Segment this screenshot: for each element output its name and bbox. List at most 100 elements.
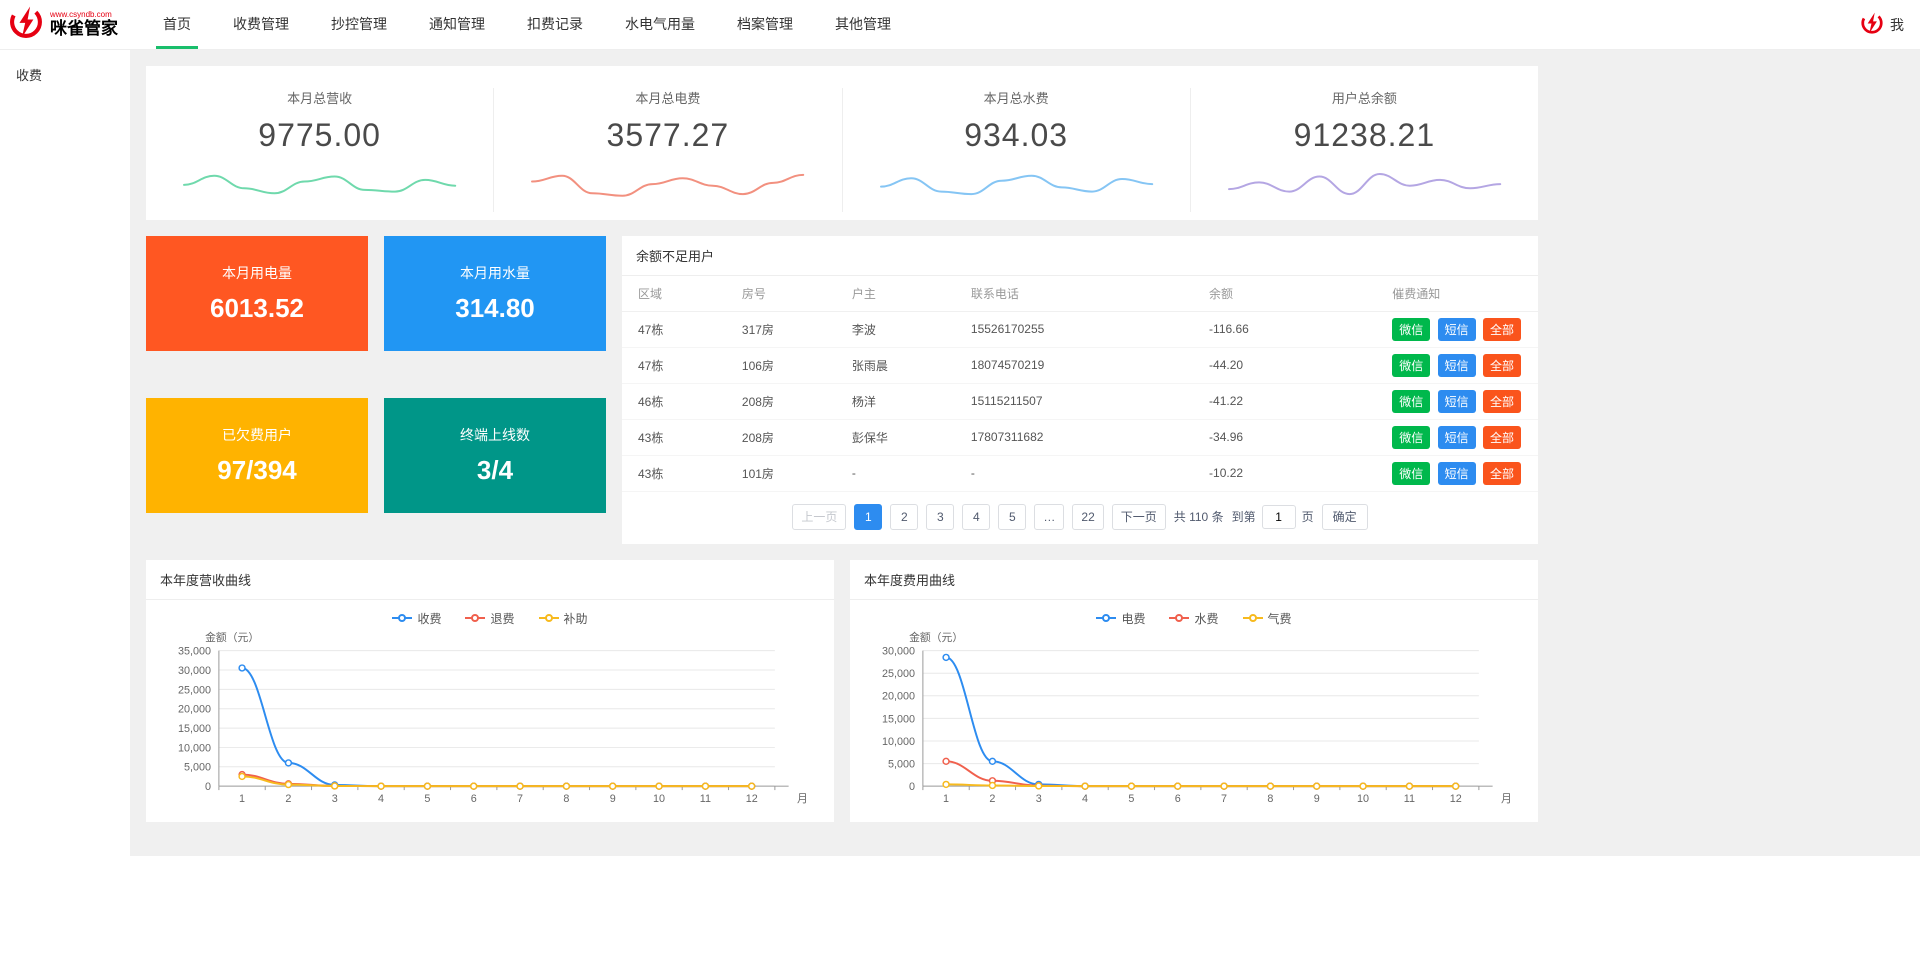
tile-monthly-water-usage: 本月用水量 314.80 bbox=[384, 236, 606, 351]
expense-chart-title: 本年度费用曲线 bbox=[850, 560, 1538, 600]
all-notify-button[interactable]: 全部 bbox=[1483, 354, 1521, 377]
page-button-5[interactable]: 5 bbox=[998, 504, 1026, 530]
wechat-notify-button[interactable]: 微信 bbox=[1392, 462, 1430, 485]
tile-overdue-users: 已欠费用户 97/394 bbox=[146, 398, 368, 513]
goto-page-input[interactable] bbox=[1262, 505, 1296, 529]
all-notify-button[interactable]: 全部 bbox=[1483, 426, 1521, 449]
nav-item-utility-usage[interactable]: 水电气用量 bbox=[604, 0, 716, 49]
page-button-1[interactable]: 1 bbox=[854, 504, 882, 530]
stat-sparkline bbox=[1191, 156, 1538, 212]
legend-item[interactable]: 退费 bbox=[465, 610, 514, 627]
table-row: 43栋 208房 彭保华 17807311682 -34.96 微信 短信 全部 bbox=[622, 419, 1538, 455]
svg-text:11: 11 bbox=[1404, 793, 1415, 805]
nav-item-home[interactable]: 首页 bbox=[142, 0, 212, 49]
user-logo-icon bbox=[1860, 11, 1884, 38]
svg-text:25,000: 25,000 bbox=[882, 668, 915, 680]
all-notify-button[interactable]: 全部 bbox=[1483, 462, 1521, 485]
svg-text:10: 10 bbox=[653, 793, 665, 805]
column-header-room: 房号 bbox=[732, 276, 842, 312]
wechat-notify-button[interactable]: 微信 bbox=[1392, 318, 1430, 341]
legend-item[interactable]: 气费 bbox=[1243, 610, 1292, 627]
cell-area: 43栋 bbox=[622, 419, 732, 455]
revenue-chart-card: 本年度营收曲线 收费退费补助 05,00010,00015,00020,0002… bbox=[146, 560, 834, 822]
svg-text:2: 2 bbox=[989, 793, 995, 805]
page-button-3[interactable]: 3 bbox=[926, 504, 954, 530]
table-row: 47栋 106房 张雨晨 18074570219 -44.20 微信 短信 全部 bbox=[622, 347, 1538, 383]
brand-logo[interactable]: www.csyndb.com 咪雀管家 bbox=[8, 0, 132, 49]
nav-item-notice-management[interactable]: 通知管理 bbox=[408, 0, 506, 49]
all-notify-button[interactable]: 全部 bbox=[1483, 318, 1521, 341]
nav-item-archive-management[interactable]: 档案管理 bbox=[716, 0, 814, 49]
top-header: www.csyndb.com 咪雀管家 首页 收费管理 抄控管理 通知管理 扣费… bbox=[0, 0, 1920, 50]
tile-label: 本月用水量 bbox=[460, 263, 530, 283]
cell-area: 46栋 bbox=[622, 383, 732, 419]
nav-item-deduction-records[interactable]: 扣费记录 bbox=[506, 0, 604, 49]
stat-value: 3577.27 bbox=[494, 117, 841, 154]
stat-value: 934.03 bbox=[843, 117, 1190, 154]
stat-value: 91238.21 bbox=[1191, 117, 1538, 154]
cell-balance: -34.96 bbox=[1199, 419, 1382, 455]
page-button-22[interactable]: 22 bbox=[1072, 504, 1103, 530]
tile-value: 6013.52 bbox=[210, 293, 304, 324]
wechat-notify-button[interactable]: 微信 bbox=[1392, 390, 1430, 413]
tile-monthly-electricity-usage: 本月用电量 6013.52 bbox=[146, 236, 368, 351]
legend-item[interactable]: 电费 bbox=[1096, 610, 1145, 627]
svg-text:3: 3 bbox=[332, 793, 338, 805]
svg-text:0: 0 bbox=[909, 781, 915, 793]
wechat-notify-button[interactable]: 微信 bbox=[1392, 426, 1430, 449]
stat-label: 本月总电费 bbox=[494, 88, 841, 107]
sms-notify-button[interactable]: 短信 bbox=[1438, 390, 1476, 413]
nav-item-other-management[interactable]: 其他管理 bbox=[814, 0, 912, 49]
brand-lightning-icon bbox=[8, 4, 44, 45]
column-header-owner: 户主 bbox=[842, 276, 961, 312]
confirm-button[interactable]: 确定 bbox=[1322, 504, 1368, 530]
table-row: 46栋 208房 杨洋 15115211507 -41.22 微信 短信 全部 bbox=[622, 383, 1538, 419]
svg-text:25,000: 25,000 bbox=[178, 684, 211, 696]
svg-text:4: 4 bbox=[378, 793, 384, 805]
cell-phone: 15115211507 bbox=[961, 383, 1199, 419]
user-menu[interactable]: 我 bbox=[1860, 0, 1904, 49]
stat-monthly-revenue: 本月总营收 9775.00 bbox=[146, 88, 493, 212]
legend-item[interactable]: 补助 bbox=[539, 610, 588, 627]
svg-text:0: 0 bbox=[205, 781, 211, 793]
wechat-notify-button[interactable]: 微信 bbox=[1392, 354, 1430, 377]
prev-page-button[interactable]: 上一页 bbox=[792, 504, 846, 530]
legend-item[interactable]: 水费 bbox=[1169, 610, 1218, 627]
stat-sparkline bbox=[146, 156, 493, 212]
total-count-label: 共 110 条 bbox=[1174, 508, 1224, 525]
user-menu-label: 我 bbox=[1890, 15, 1904, 35]
sms-notify-button[interactable]: 短信 bbox=[1438, 426, 1476, 449]
sms-notify-button[interactable]: 短信 bbox=[1438, 462, 1476, 485]
cell-room: 317房 bbox=[732, 311, 842, 347]
page-button-2[interactable]: 2 bbox=[890, 504, 918, 530]
cell-balance: -116.66 bbox=[1199, 311, 1382, 347]
svg-text:7: 7 bbox=[517, 793, 523, 805]
stat-label: 本月总营收 bbox=[146, 88, 493, 107]
cell-owner: 张雨晨 bbox=[842, 347, 961, 383]
column-header-phone: 联系电话 bbox=[961, 276, 1199, 312]
svg-text:15,000: 15,000 bbox=[882, 713, 915, 725]
legend-label: 收费 bbox=[417, 610, 441, 627]
sidebar-item-charging[interactable]: 收费 bbox=[0, 50, 130, 99]
sms-notify-button[interactable]: 短信 bbox=[1438, 318, 1476, 341]
all-notify-button[interactable]: 全部 bbox=[1483, 390, 1521, 413]
low-balance-table: 区域 房号 户主 联系电话 余额 催费通知 47栋 317房 bbox=[622, 276, 1538, 492]
page-ellipsis[interactable]: … bbox=[1034, 504, 1064, 530]
sms-notify-button[interactable]: 短信 bbox=[1438, 354, 1476, 377]
svg-text:金额（元）: 金额（元） bbox=[205, 630, 259, 644]
stat-total-user-balance: 用户总余额 91238.21 bbox=[1190, 88, 1538, 212]
nav-item-meter-control[interactable]: 抄控管理 bbox=[310, 0, 408, 49]
cell-balance: -10.22 bbox=[1199, 455, 1382, 491]
column-header-area: 区域 bbox=[622, 276, 732, 312]
legend-label: 退费 bbox=[490, 610, 514, 627]
svg-text:10,000: 10,000 bbox=[178, 742, 211, 754]
expense-chart-card: 本年度费用曲线 电费水费气费 05,00010,00015,00020,0002… bbox=[850, 560, 1538, 822]
cell-owner: 彭保华 bbox=[842, 419, 961, 455]
page-button-4[interactable]: 4 bbox=[962, 504, 990, 530]
kpi-tiles: 本月用电量 6013.52 本月用水量 314.80 已欠费用户 97/394 … bbox=[146, 236, 606, 544]
nav-item-charge-management[interactable]: 收费管理 bbox=[212, 0, 310, 49]
legend-item[interactable]: 收费 bbox=[392, 610, 441, 627]
legend-label: 电费 bbox=[1121, 610, 1145, 627]
svg-text:月: 月 bbox=[797, 793, 808, 805]
next-page-button[interactable]: 下一页 bbox=[1112, 504, 1166, 530]
